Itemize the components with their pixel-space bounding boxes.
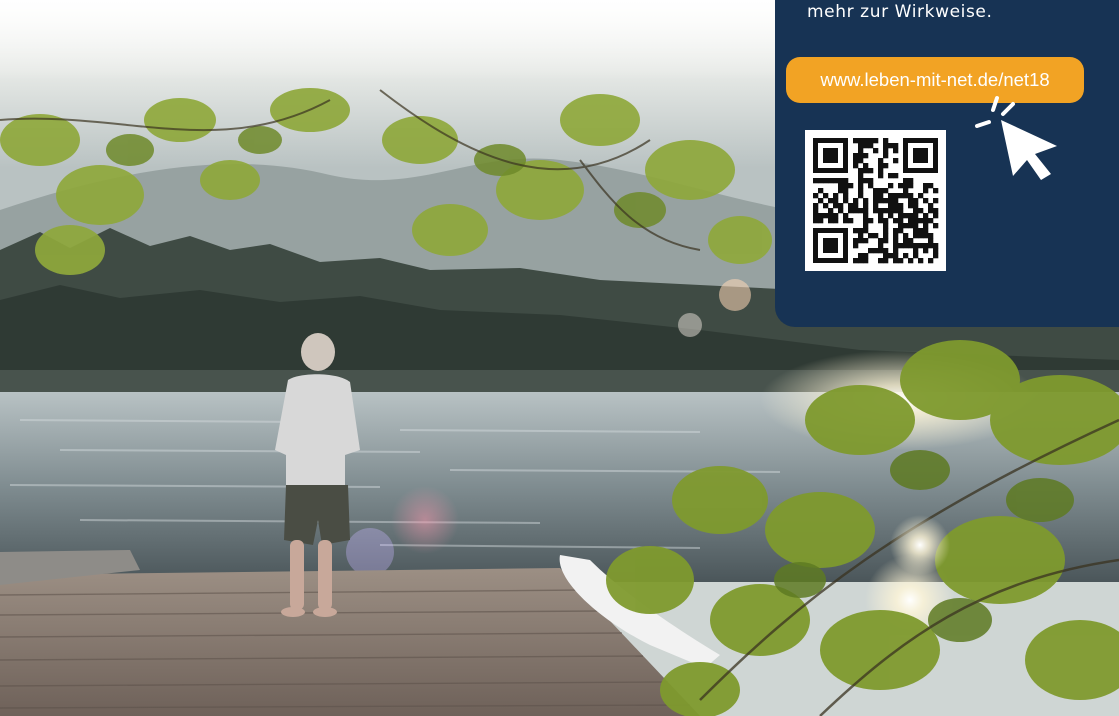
info-card-text: mehr zur Wirkweise. xyxy=(807,2,993,22)
info-card: mehr zur Wirkweise. www.leben-mit-net.de… xyxy=(775,0,1119,327)
qr-code-icon[interactable] xyxy=(805,130,946,271)
mouse-pointer-icon xyxy=(975,96,1057,180)
